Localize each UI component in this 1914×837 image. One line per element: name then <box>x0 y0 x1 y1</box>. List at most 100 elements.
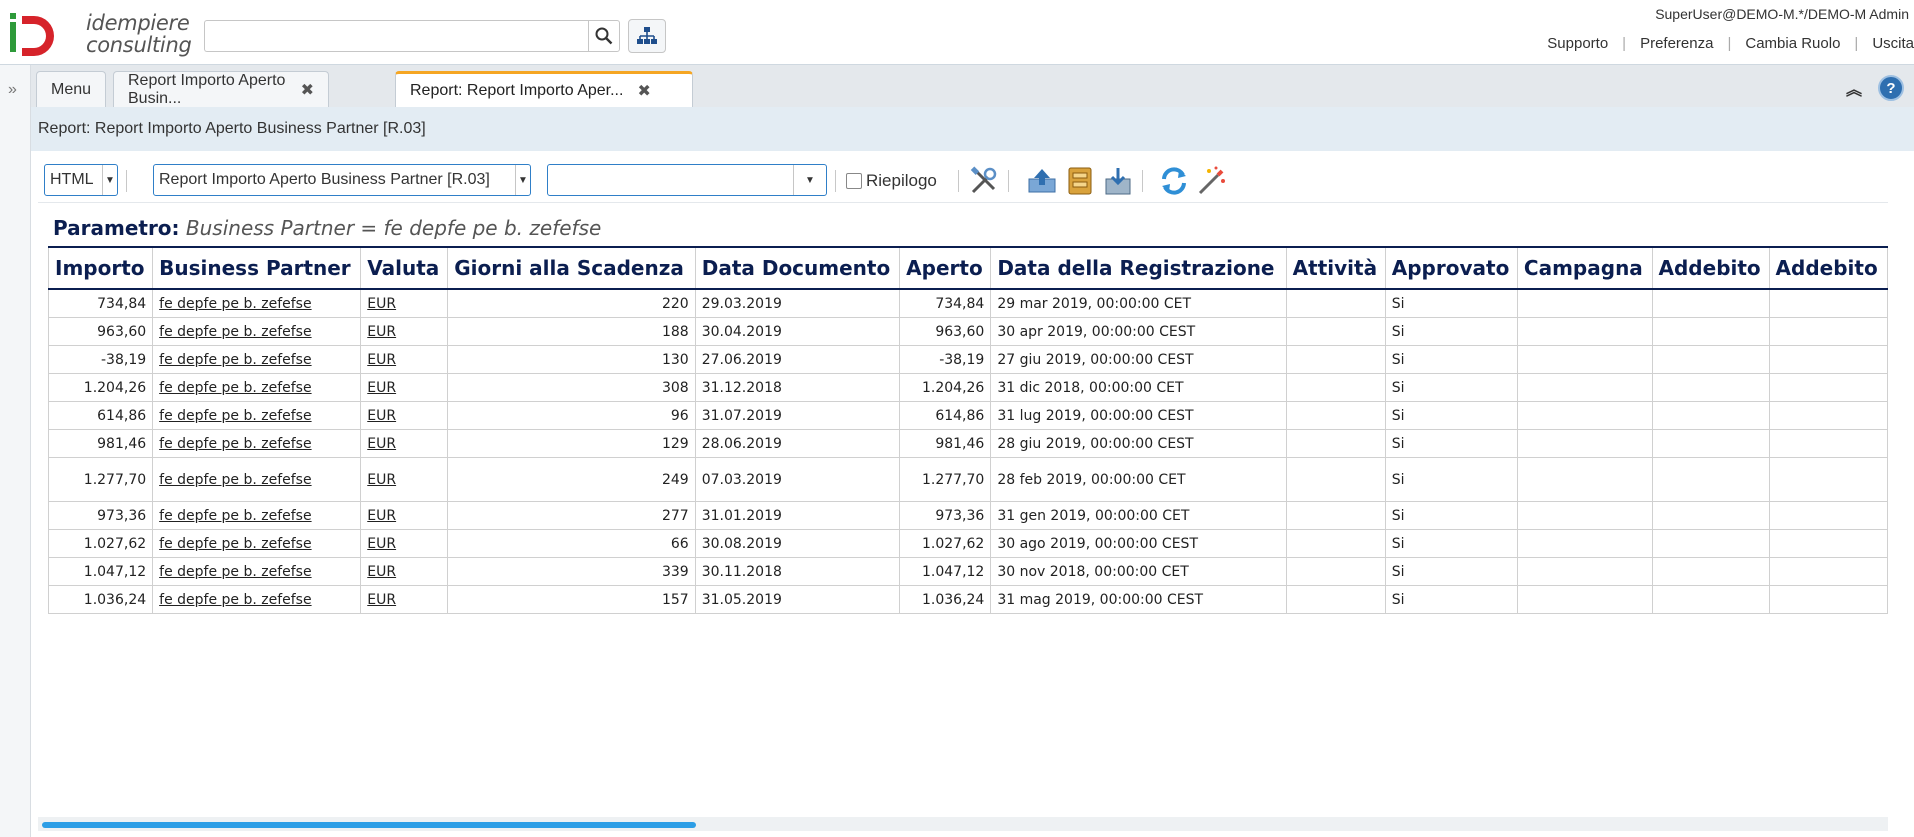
chevron-down-icon[interactable]: ▼ <box>793 165 826 195</box>
table-cell: 1.036,24 <box>899 585 992 614</box>
table-row: 973,36 fe depfe pe b. zefefse EUR 277 31.01.… <box>48 501 1888 530</box>
column-header: Attività <box>1285 246 1386 290</box>
tab-report-window[interactable]: Report Importo Aperto Busin... ✖ <box>113 71 329 107</box>
preferences-link[interactable]: Preferenza <box>1626 35 1727 52</box>
business-partner-link[interactable]: fe depfe pe b. zefefse <box>159 472 311 488</box>
table-cell <box>1768 317 1888 346</box>
table-body: 734,84 fe depfe pe b. zefefse EUR 220 29.03.… <box>48 288 1888 614</box>
table-cell <box>1651 401 1770 430</box>
table-cell: EUR <box>360 585 449 614</box>
close-tab-icon[interactable]: ✖ <box>637 81 650 101</box>
send-mail-icon[interactable] <box>1026 165 1058 197</box>
west-panel-collapsed: » <box>0 65 31 837</box>
business-partner-link[interactable]: fe depfe pe b. zefefse <box>159 408 311 424</box>
currency-link[interactable]: EUR <box>367 536 396 552</box>
currency-link[interactable]: EUR <box>367 436 396 452</box>
business-partner-link[interactable]: fe depfe pe b. zefefse <box>159 436 311 452</box>
table-cell: 31.01.2019 <box>694 501 901 530</box>
chevron-down-icon[interactable]: ▼ <box>515 165 530 195</box>
currency-link[interactable]: EUR <box>367 296 396 312</box>
business-partner-link[interactable]: fe depfe pe b. zefefse <box>159 296 311 312</box>
business-partner-link[interactable]: fe depfe pe b. zefefse <box>159 564 311 580</box>
column-header: Importo <box>48 246 154 290</box>
table-cell <box>1651 457 1770 502</box>
format-select[interactable]: HTML ▼ <box>44 164 118 196</box>
currency-link[interactable]: EUR <box>367 592 396 608</box>
table-cell: 30.11.2018 <box>694 557 901 586</box>
help-icon[interactable]: ? <box>1878 75 1904 101</box>
table-cell: 339 <box>447 557 696 586</box>
currency-link[interactable]: EUR <box>367 380 396 396</box>
table-row: -38,19 fe depfe pe b. zefefse EUR 130 27.06.… <box>48 345 1888 374</box>
change-role-link[interactable]: Cambia Ruolo <box>1731 35 1854 52</box>
business-partner-link[interactable]: fe depfe pe b. zefefse <box>159 508 311 524</box>
table-cell: fe depfe pe b. zefefse <box>152 373 362 402</box>
toolbar-separator <box>1142 170 1143 192</box>
table-cell: EUR <box>360 557 449 586</box>
archive-icon[interactable] <box>1064 165 1096 197</box>
checkbox-icon[interactable] <box>846 173 862 189</box>
table-cell <box>1651 429 1770 458</box>
table-cell <box>1768 501 1888 530</box>
tab-menu[interactable]: Menu <box>36 71 107 107</box>
table-cell: Si <box>1384 529 1518 558</box>
business-partner-link[interactable]: fe depfe pe b. zefefse <box>159 536 311 552</box>
report-toolbar: HTML ▼ Report Importo Aperto Business Pa… <box>38 160 1888 203</box>
table-cell: 30 nov 2018, 00:00:00 CET <box>990 557 1287 586</box>
export-icon[interactable] <box>1102 165 1134 197</box>
table-row: 1.027,62 fe depfe pe b. zefefse EUR 66 30.08… <box>48 529 1888 558</box>
menu-tree-button[interactable] <box>628 19 666 53</box>
expand-panel-icon[interactable]: » <box>8 81 17 99</box>
global-search-input[interactable] <box>204 20 588 52</box>
table-cell <box>1285 288 1386 318</box>
table-cell: 734,84 <box>48 288 154 318</box>
currency-link[interactable]: EUR <box>367 564 396 580</box>
table-cell <box>1516 317 1653 346</box>
table-cell: 1.047,12 <box>48 557 154 586</box>
tab-label: Report: Report Importo Aper... <box>410 82 624 99</box>
chevron-down-icon[interactable]: ▼ <box>102 165 117 195</box>
table-cell: 66 <box>447 529 696 558</box>
business-partner-link[interactable]: fe depfe pe b. zefefse <box>159 380 311 396</box>
horizontal-scrollbar[interactable] <box>38 817 1888 831</box>
table-cell: 31.12.2018 <box>694 373 901 402</box>
close-tab-icon[interactable]: ✖ <box>301 80 314 100</box>
search-button[interactable] <box>588 20 620 52</box>
table-cell: 29.03.2019 <box>694 288 901 318</box>
business-partner-link[interactable]: fe depfe pe b. zefefse <box>159 352 311 368</box>
table-cell: 31 dic 2018, 00:00:00 CET <box>990 373 1287 402</box>
currency-link[interactable]: EUR <box>367 472 396 488</box>
business-partner-link[interactable]: fe depfe pe b. zefefse <box>159 592 311 608</box>
currency-link[interactable]: EUR <box>367 324 396 340</box>
collapse-header-icon[interactable]: ︽ <box>1846 76 1862 100</box>
table-cell: 1.027,62 <box>48 529 154 558</box>
column-header: Data della Registrazione <box>990 246 1287 290</box>
print-format-select[interactable]: Report Importo Aperto Business Partner [… <box>153 164 531 196</box>
table-cell: fe depfe pe b. zefefse <box>152 429 362 458</box>
toolbar-separator <box>1008 170 1009 192</box>
logout-link[interactable]: Uscita <box>1858 35 1914 52</box>
currency-link[interactable]: EUR <box>367 352 396 368</box>
table-cell: 28 feb 2019, 00:00:00 CET <box>990 457 1287 502</box>
wizard-icon[interactable] <box>1196 165 1228 197</box>
table-cell: 1.204,26 <box>48 373 154 402</box>
table-cell: 1.036,24 <box>48 585 154 614</box>
support-link[interactable]: Supporto <box>1533 35 1622 52</box>
currency-link[interactable]: EUR <box>367 508 396 524</box>
table-cell: 30.08.2019 <box>694 529 901 558</box>
summary-checkbox[interactable]: Riepilogo <box>846 171 937 191</box>
table-cell: fe depfe pe b. zefefse <box>152 345 362 374</box>
table-cell <box>1285 557 1386 586</box>
table-cell: 1.277,70 <box>899 457 992 502</box>
refresh-icon[interactable] <box>1158 165 1190 197</box>
table-cell: 734,84 <box>899 288 992 318</box>
table-cell: -38,19 <box>899 345 992 374</box>
report-view-select[interactable]: ▼ <box>547 164 827 196</box>
business-partner-link[interactable]: fe depfe pe b. zefefse <box>159 324 311 340</box>
table-row: 963,60 fe depfe pe b. zefefse EUR 188 30.04.… <box>48 317 1888 346</box>
currency-link[interactable]: EUR <box>367 408 396 424</box>
scrollbar-thumb[interactable] <box>42 822 696 828</box>
tab-report-viewer[interactable]: Report: Report Importo Aper... ✖ <box>395 71 693 108</box>
table-cell: 30 apr 2019, 00:00:00 CEST <box>990 317 1287 346</box>
customize-tools-icon[interactable] <box>968 165 1000 197</box>
